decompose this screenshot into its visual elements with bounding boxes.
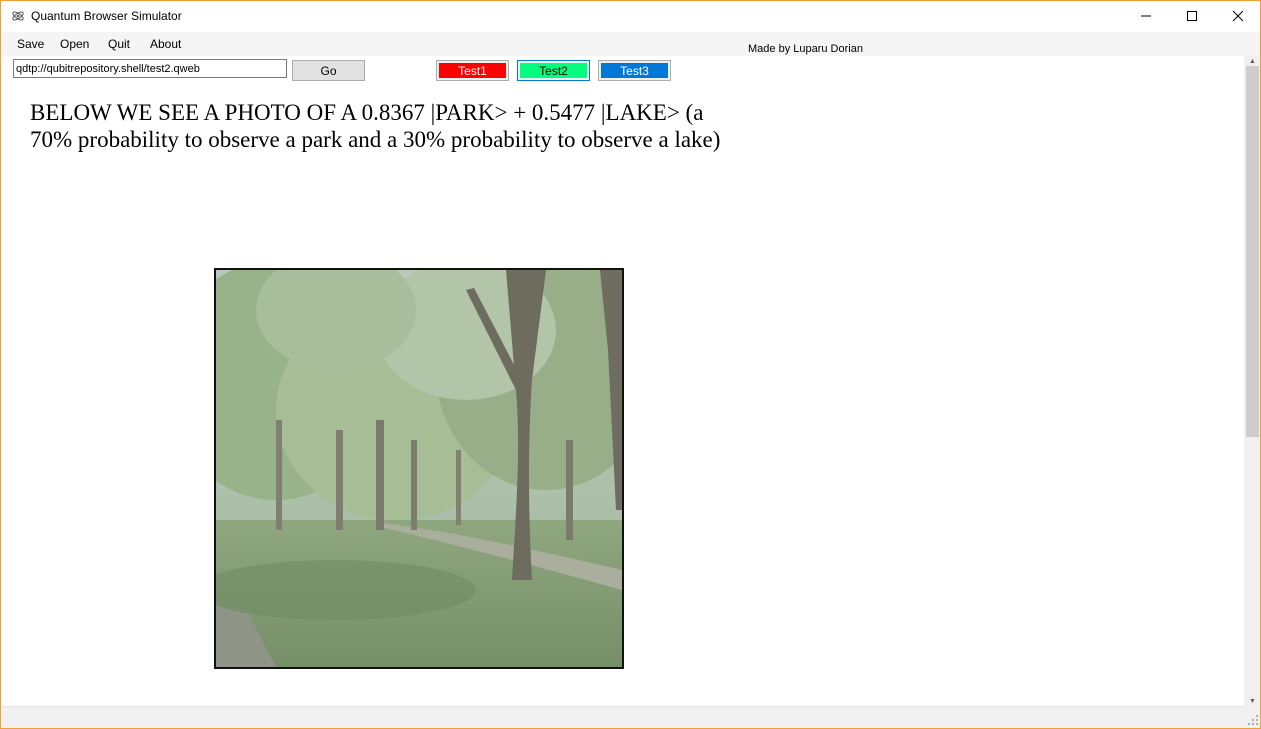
maximize-button[interactable]: [1169, 1, 1215, 31]
address-input[interactable]: [13, 59, 287, 78]
app-window: Quantum Browser Simulator Save Open Quit…: [0, 0, 1261, 729]
park-photo: [214, 268, 624, 669]
test2-label: Test2: [520, 63, 587, 78]
menu-about[interactable]: About: [150, 37, 181, 51]
minimize-button[interactable]: [1123, 1, 1169, 31]
horizontal-scrollbar[interactable]: [1, 706, 1244, 728]
window-title: Quantum Browser Simulator: [31, 9, 182, 23]
maximize-icon: [1187, 11, 1197, 21]
author-credit: Made by Luparu Dorian: [748, 43, 863, 55]
test3-button[interactable]: Test3: [598, 60, 671, 81]
go-button[interactable]: Go: [292, 60, 365, 81]
menu-save[interactable]: Save: [17, 37, 44, 51]
menu-bar: Save Open Quit About: [1, 32, 1260, 56]
test1-button[interactable]: Test1: [436, 60, 509, 81]
vertical-scroll-thumb[interactable]: [1246, 66, 1259, 437]
menu-open[interactable]: Open: [60, 37, 89, 51]
scroll-up-icon[interactable]: ▲: [1244, 56, 1260, 66]
close-button[interactable]: [1215, 1, 1260, 31]
resize-grip-icon[interactable]: [1244, 706, 1260, 728]
vertical-scrollbar[interactable]: ▲ ▼: [1244, 56, 1260, 706]
minimize-icon: [1141, 15, 1151, 17]
page-heading: BELOW WE SEE A PHOTO OF A 0.8367 |PARK> …: [30, 100, 721, 152]
title-bar[interactable]: Quantum Browser Simulator: [1, 1, 1260, 31]
test2-button[interactable]: Test2: [517, 60, 590, 81]
quantum-app-icon: [11, 9, 25, 23]
scroll-down-icon[interactable]: ▼: [1244, 696, 1260, 706]
menu-quit[interactable]: Quit: [108, 37, 130, 51]
close-icon: [1232, 10, 1244, 22]
test3-label: Test3: [601, 63, 668, 78]
test1-label: Test1: [439, 63, 506, 78]
